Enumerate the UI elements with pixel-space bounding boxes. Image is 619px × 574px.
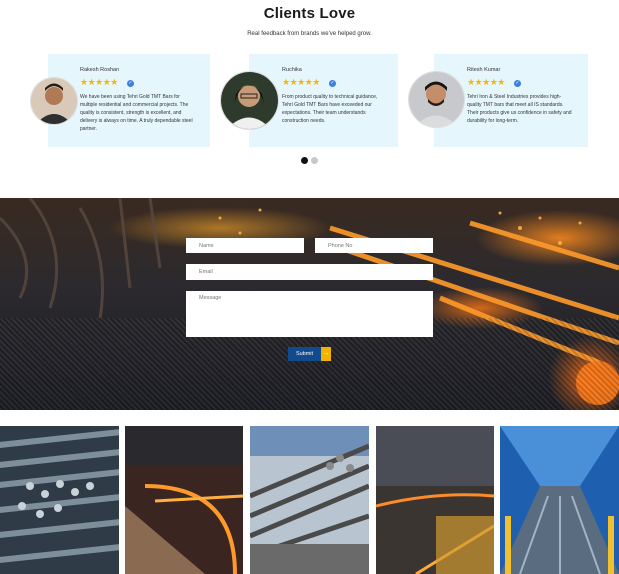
rating-stars: ★★★★★ xyxy=(80,77,118,87)
avatar xyxy=(30,77,78,125)
arrow-right-icon[interactable]: → xyxy=(321,347,331,361)
phone-input[interactable] xyxy=(315,238,433,253)
email-input[interactable] xyxy=(186,264,433,280)
avatar xyxy=(408,71,465,128)
review-text: Tehri Iron & Steel Industries provides h… xyxy=(467,94,572,124)
submit-button[interactable]: Submit xyxy=(288,347,321,361)
avatar xyxy=(220,71,279,130)
rating-stars: ★★★★★ xyxy=(282,77,320,87)
gallery-image-steel-bars[interactable] xyxy=(0,426,119,574)
review-text: From product quality to technical guidan… xyxy=(282,94,378,124)
message-input[interactable] xyxy=(186,291,433,337)
reviewer-name: Ruchika xyxy=(282,67,302,73)
pagination-dot[interactable] xyxy=(311,157,318,164)
verified-icon: ✓ xyxy=(514,80,521,87)
gallery-image-hot-steel[interactable] xyxy=(125,426,243,574)
name-input[interactable] xyxy=(186,238,304,253)
verified-icon: ✓ xyxy=(329,80,336,87)
clients-title: Clients Love xyxy=(263,5,356,22)
gallery-image-factory[interactable] xyxy=(500,426,619,574)
gallery-image-rebar-stack[interactable] xyxy=(250,426,369,574)
rating-stars: ★★★★★ xyxy=(467,77,505,87)
reviewer-name: Rakesh Roshan xyxy=(80,67,120,73)
verified-icon: ✓ xyxy=(127,80,134,87)
gallery-image-rolling-mill[interactable] xyxy=(376,426,494,574)
clients-subtitle: Real feedback from brands we've helped g… xyxy=(247,31,372,37)
review-text: We have been using Tehri Gold TMT Bars f… xyxy=(80,94,193,132)
pagination-dot-active[interactable] xyxy=(301,157,308,164)
reviewer-name: Ritesh Kumar xyxy=(467,67,501,73)
